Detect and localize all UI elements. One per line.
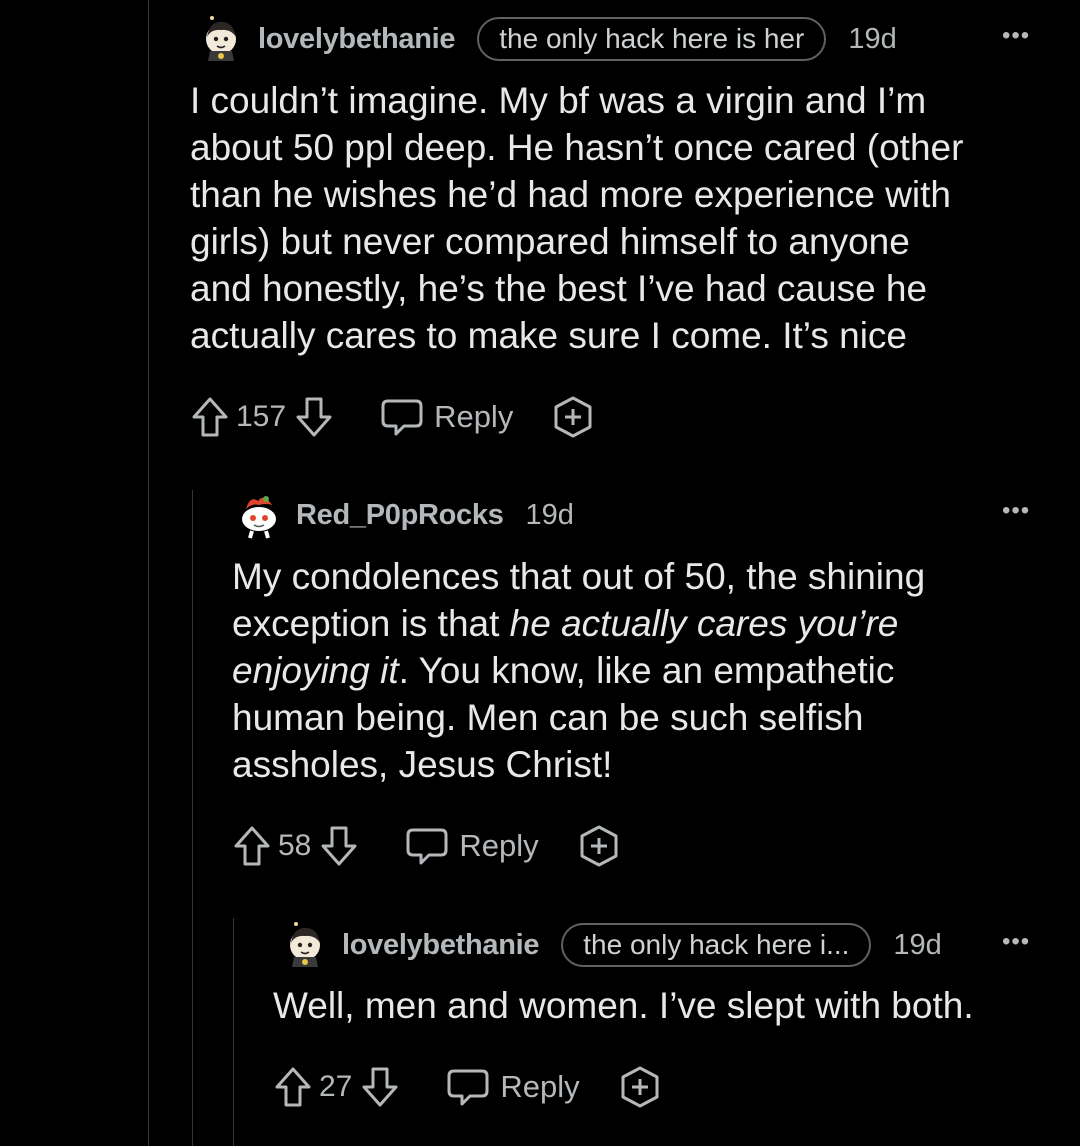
more-dots-icon[interactable]: •••	[1002, 497, 1030, 525]
downvote-icon[interactable]	[360, 1065, 400, 1109]
award-plus-icon[interactable]	[551, 395, 595, 439]
comment-actions: 58 Reply	[232, 822, 621, 870]
timestamp: 19d	[525, 498, 574, 531]
comment-header: Red_P0pRocks 19d	[236, 491, 574, 539]
comment-actions: 27 Reply	[273, 1063, 662, 1111]
downvote-icon[interactable]	[294, 395, 334, 439]
upvote-icon[interactable]	[273, 1065, 313, 1109]
comment-body: Well, men and women. I’ve slept with bot…	[273, 982, 974, 1029]
body-line: about 50 ppl deep. He hasn’t once cared …	[190, 127, 964, 168]
username[interactable]: lovelybethanie	[258, 23, 456, 56]
user-avatar-icon[interactable]	[236, 491, 282, 539]
thread-line-level-1[interactable]	[192, 490, 193, 1146]
body-line: and honestly, he’s the best I’ve had cau…	[190, 268, 928, 309]
username[interactable]: Red_P0pRocks	[296, 499, 504, 532]
reply-button[interactable]: Reply	[405, 826, 539, 866]
reply-label: Reply	[434, 399, 514, 434]
vote-count: 157	[236, 400, 287, 433]
thread-line-root[interactable]	[148, 0, 149, 1146]
body-line: I couldn’t imagine. My bf was a virgin a…	[190, 80, 927, 121]
comment-header: lovelybethanie the only hack here is her…	[198, 15, 897, 63]
thread-line-level-2[interactable]	[233, 918, 234, 1146]
reply-button[interactable]: Reply	[446, 1067, 580, 1107]
user-avatar-icon[interactable]	[282, 921, 328, 969]
italic-emphasis: he actually cares you’re	[509, 603, 899, 644]
comment-body: My condolences that out of 50, the shini…	[232, 553, 925, 788]
italic-emphasis: enjoying it	[232, 650, 399, 691]
reply-label: Reply	[500, 1069, 580, 1104]
award-plus-icon[interactable]	[577, 824, 621, 868]
timestamp: 19d	[893, 928, 942, 961]
timestamp: 19d	[848, 22, 897, 55]
user-avatar-icon[interactable]	[198, 15, 244, 63]
username[interactable]: lovelybethanie	[342, 929, 540, 962]
vote-count: 27	[319, 1070, 353, 1103]
body-text-segment: . You know, like an empathetic	[398, 650, 895, 691]
downvote-icon[interactable]	[319, 824, 359, 868]
body-line: actually cares to make sure I come. It’s…	[190, 315, 908, 356]
reply-button[interactable]: Reply	[380, 397, 513, 437]
body-text-segment: exception is that	[232, 603, 510, 644]
body-line: My condolences that out of 50, the shini…	[232, 556, 926, 597]
body-line: assholes, Jesus Christ!	[232, 744, 613, 785]
vote-count: 58	[278, 829, 312, 862]
comment-actions: 157 Reply	[190, 393, 595, 441]
more-dots-icon[interactable]: •••	[1002, 928, 1030, 956]
award-plus-icon[interactable]	[618, 1065, 662, 1109]
reply-bubble-icon	[447, 1069, 489, 1106]
user-flair: the only hack here i...	[561, 923, 872, 967]
upvote-icon[interactable]	[190, 395, 230, 439]
reply-bubble-icon	[406, 828, 448, 865]
comment-header: lovelybethanie the only hack here i... 1…	[282, 921, 942, 969]
upvote-icon[interactable]	[232, 824, 272, 868]
body-line: human being. Men can be such selfish	[232, 697, 864, 738]
body-line: girls) but never compared himself to any…	[190, 221, 910, 262]
more-dots-icon[interactable]: •••	[1002, 22, 1030, 50]
user-flair: the only hack here is her	[477, 17, 827, 61]
body-line: Well, men and women. I’ve slept with bot…	[273, 985, 974, 1026]
reply-bubble-icon	[381, 399, 423, 436]
reply-label: Reply	[459, 828, 539, 863]
comment-body: I couldn’t imagine. My bf was a virgin a…	[190, 77, 963, 359]
body-line: than he wishes he’d had more experience …	[190, 174, 952, 215]
